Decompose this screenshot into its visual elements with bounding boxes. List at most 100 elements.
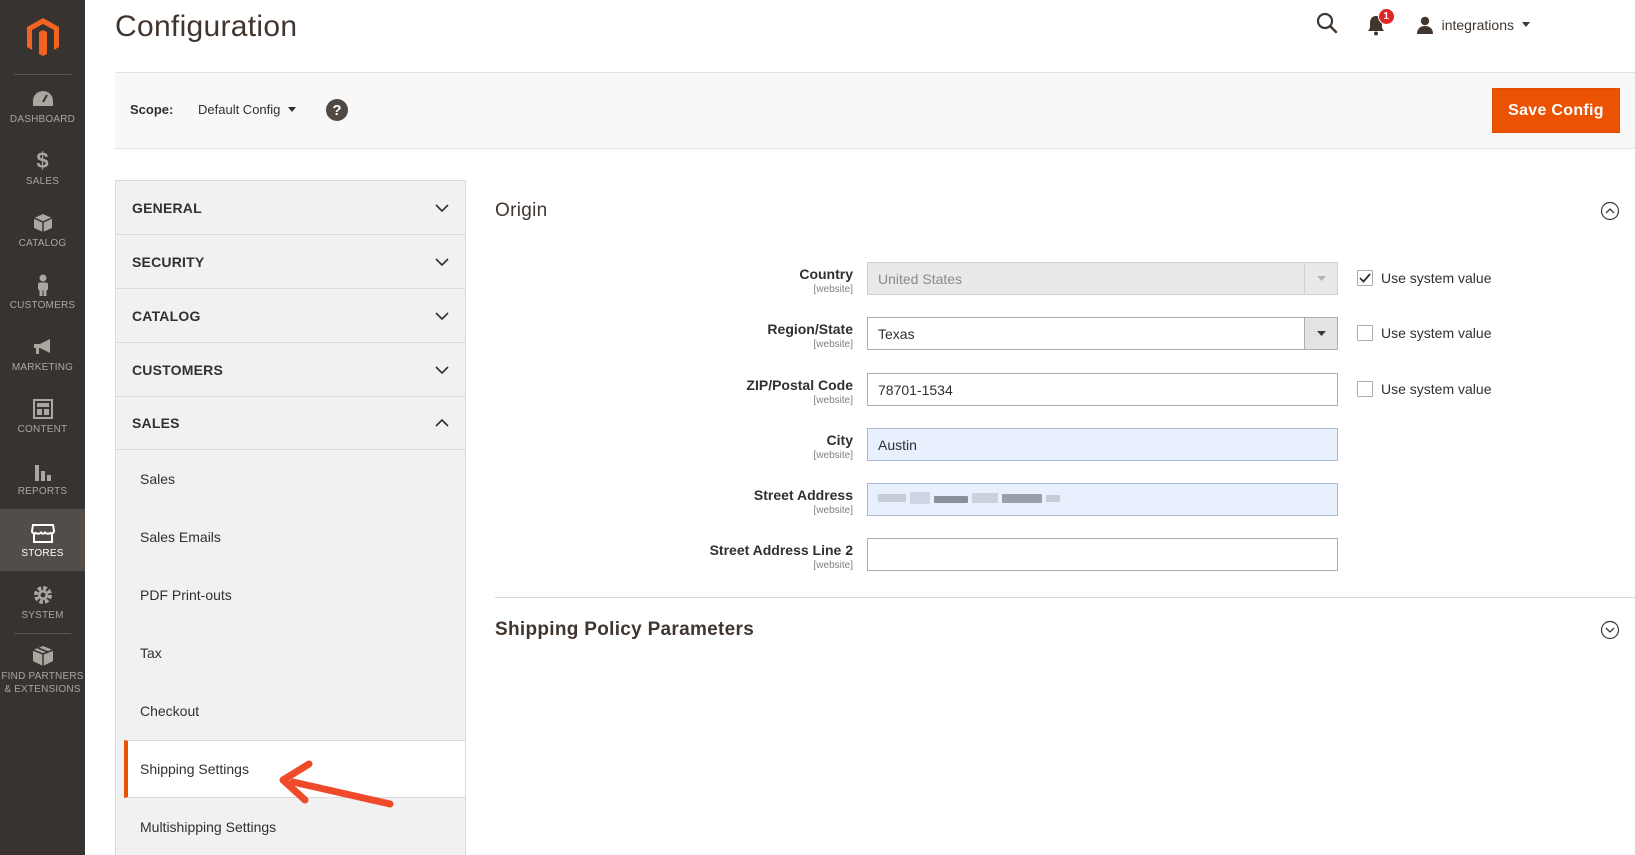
tab-section-catalog[interactable]: CATALOG [115,288,466,342]
expand-down-icon [1600,620,1620,640]
nav-sales[interactable]: $ SALES [0,137,85,199]
help-icon[interactable]: ? [326,99,348,121]
checkbox-unchecked[interactable] [1357,381,1373,397]
nav-label: FIND PARTNERS & EXTENSIONS [1,671,84,695]
tab-item-tax[interactable]: Tax [116,624,465,682]
origin-section-header[interactable]: Origin [495,191,1620,231]
search-icon[interactable] [1316,12,1338,39]
section-divider [495,597,1635,598]
notifications-button[interactable]: 1 [1366,8,1395,36]
dashboard-icon [32,87,54,111]
nav-label: DASHBOARD [9,113,76,125]
tab-section-customers[interactable]: CUSTOMERS [115,342,466,396]
checkbox-unchecked[interactable] [1357,325,1373,341]
nav-label: CONTENT [17,423,68,435]
nav-catalog[interactable]: CATALOG [0,199,85,261]
field-label: ZIP/Postal Code [website] [746,377,853,407]
city-label: City [826,432,853,448]
nav-content[interactable]: CONTENT [0,385,85,447]
zip-use-system[interactable]: Use system value [1357,381,1491,397]
chevron-down-icon [435,311,449,320]
nav-label: CATALOG [18,237,67,249]
city-input[interactable]: Austin [867,428,1338,461]
save-config-button[interactable]: Save Config [1492,88,1620,133]
tab-item-checkout[interactable]: Checkout [116,682,465,740]
tab-section-security[interactable]: SECURITY [115,234,466,288]
country-value: United States [878,270,963,287]
field-label: Street Address Line 2 [website] [710,542,853,572]
scope-switcher[interactable]: Default Config [198,102,297,117]
field-label: Street Address [website] [754,487,853,517]
country-use-system[interactable]: Use system value [1357,270,1491,286]
page-title: Configuration [115,10,298,43]
header-actions: 1 integrations [1316,8,1530,40]
use-system-label: Use system value [1381,381,1492,397]
nav-label: CUSTOMERS [9,299,76,311]
nav-label: REPORTS [17,485,68,497]
nav-dashboard[interactable]: DASHBOARD [0,75,85,137]
tab-section-general[interactable]: GENERAL [115,180,466,234]
nav-customers[interactable]: CUSTOMERS [0,261,85,323]
chevron-down-icon [435,203,449,212]
country-label: Country [799,266,853,282]
tab-item-sales[interactable]: Sales [116,450,465,508]
config-tabs: GENERAL SECURITY CATALOG CUSTOMERS SALES… [115,180,466,855]
shipping-policy-section-header[interactable]: Shipping Policy Parameters [495,610,1620,650]
chevron-down-icon [435,365,449,374]
nav-marketing[interactable]: MARKETING [0,323,85,385]
region-use-system[interactable]: Use system value [1357,325,1491,341]
street2-label: Street Address Line 2 [709,542,853,558]
layout-icon [32,397,53,421]
tab-section-title: GENERAL [132,199,202,216]
scope-tag: [website] [813,450,853,461]
user-icon [1416,16,1433,34]
street2-input[interactable] [867,538,1338,571]
city-value: Austin [878,436,917,453]
tab-item-pdf-printouts[interactable]: PDF Print-outs [116,566,465,624]
tab-section-sales[interactable]: SALES [115,396,466,450]
zip-value: 78701-1534 [878,381,953,398]
bar-chart-icon [34,459,52,483]
nav-label: STORES [21,547,64,559]
street-label: Street Address [753,487,853,503]
user-menu[interactable]: integrations [1416,16,1530,34]
chevron-down-icon [435,257,449,266]
boxes-icon [31,644,55,668]
storefront-icon [30,521,55,545]
nav-label: SYSTEM [21,609,64,621]
use-system-label: Use system value [1381,325,1492,341]
magento-logo[interactable] [14,0,71,75]
person-icon [36,273,50,297]
street-input[interactable] [867,483,1338,516]
nav-find-partners[interactable]: FIND PARTNERS & EXTENSIONS [0,634,85,706]
country-select[interactable]: United States [867,262,1338,295]
checkmark-icon [1359,273,1371,283]
region-label: Region/State [767,321,853,337]
checkbox-checked[interactable] [1357,270,1373,286]
scope-tag: [website] [813,505,853,516]
user-name: integrations [1441,17,1514,33]
select-arrow-icon [1304,263,1337,294]
use-system-label: Use system value [1381,270,1492,286]
admin-sidebar: DASHBOARD $ SALES CATALOG CUSTOMERS MARK… [0,0,85,855]
field-row-country: Country [website] United States Use syst… [495,262,1495,302]
nav-system[interactable]: SYSTEM [0,571,85,633]
zip-input[interactable]: 78701-1534 [867,373,1338,406]
region-select[interactable]: Texas [867,317,1338,350]
nav-stores[interactable]: STORES [0,509,85,571]
nav-reports[interactable]: REPORTS [0,447,85,509]
origin-section-title: Origin [495,200,548,221]
notification-count-badge: 1 [1377,8,1395,25]
scope-tag: [website] [813,560,853,571]
magento-logo-icon [26,18,59,56]
cube-icon [33,211,53,235]
tab-item-sales-emails[interactable]: Sales Emails [116,508,465,566]
scope-toolbar: Scope: Default Config ? Save Config [115,72,1635,149]
tab-section-title: CATALOG [132,307,201,324]
scope-tag: [website] [813,339,853,350]
nav-label: SALES [25,175,60,187]
scope-tag: [website] [813,284,853,295]
tab-section-title: CUSTOMERS [132,361,223,378]
caret-down-icon [1522,22,1530,27]
chevron-up-icon [435,419,449,427]
